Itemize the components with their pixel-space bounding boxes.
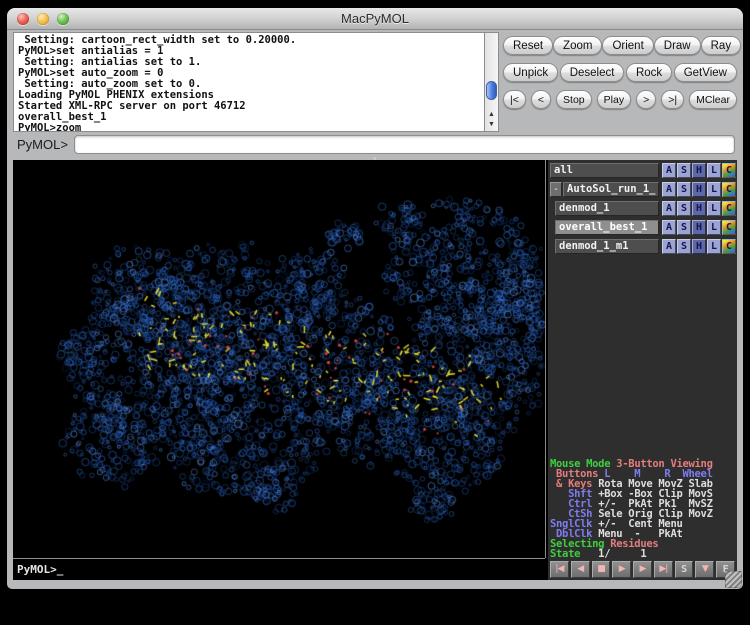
toolbar-button-stop[interactable]: Stop xyxy=(556,90,592,109)
action-l-button[interactable]: L xyxy=(707,239,721,254)
toolbar-button-btn[interactable]: >| xyxy=(661,90,684,109)
object-name-all[interactable]: all xyxy=(550,163,659,178)
toolbar-button-btn[interactable]: |< xyxy=(503,90,526,109)
macpymol-window: MacPyMOL Setting: cartoon_rect_width set… xyxy=(7,8,743,589)
viewport-sidebar-divider[interactable] xyxy=(545,160,546,558)
scrollbar-thumb[interactable] xyxy=(486,81,497,100)
action-buttons: ASHLC xyxy=(661,201,736,216)
action-l-button[interactable]: L xyxy=(707,182,721,197)
toolbar-button-ray[interactable]: Ray xyxy=(701,36,741,55)
toolbar-button-mclear[interactable]: MClear xyxy=(689,90,737,109)
movie-back-button[interactable]: ◀ xyxy=(571,561,590,578)
scrollbar-up-arrow-icon[interactable]: ▲ xyxy=(485,110,498,120)
toolbar-button-orient[interactable]: Orient xyxy=(602,36,653,55)
movie-end-button[interactable]: ▶| xyxy=(654,561,673,578)
object-row: all ASHLC xyxy=(550,162,736,179)
object-row: denmod_1_m1 ASHLC xyxy=(550,238,736,255)
console-scrollbar[interactable]: ▲ ▼ xyxy=(484,32,499,132)
toolbar-button-deselect[interactable]: Deselect xyxy=(560,63,625,82)
action-l-button[interactable]: L xyxy=(707,163,721,178)
object-row: overall_best_1 ASHLC xyxy=(550,219,736,236)
console-line: overall_best_1 xyxy=(18,112,484,123)
console-output[interactable]: Setting: cartoon_rect_width set to 0.200… xyxy=(13,32,484,132)
action-a-button[interactable]: A xyxy=(662,163,676,178)
action-a-button[interactable]: A xyxy=(662,220,676,235)
object-name-denmod-1-m1[interactable]: denmod_1_m1 xyxy=(555,239,659,254)
resize-grip[interactable] xyxy=(725,571,742,588)
action-h-button[interactable]: H xyxy=(692,220,706,235)
control-button-panel: ResetZoomOrientDrawRay UnpickDeselectRoc… xyxy=(503,36,737,117)
object-row: - AutoSol_run_1_ ASHLC xyxy=(550,181,736,198)
action-c-button[interactable]: C xyxy=(722,239,736,254)
action-buttons: ASHLC xyxy=(661,182,736,197)
command-input[interactable] xyxy=(74,135,735,154)
action-h-button[interactable]: H xyxy=(692,239,706,254)
action-buttons: ASHLC xyxy=(661,220,736,235)
action-a-button[interactable]: A xyxy=(662,201,676,216)
toolbar-button-btn[interactable]: > xyxy=(636,90,656,109)
action-a-button[interactable]: A xyxy=(662,182,676,197)
action-buttons: ASHLC xyxy=(661,163,736,178)
expand-toggle[interactable]: - xyxy=(550,182,562,197)
movie-scene-button[interactable]: S xyxy=(675,561,694,578)
object-sidebar: all ASHLC - AutoSol_run_1_ ASHLC denmod_… xyxy=(548,160,737,580)
main-area: PyMOL>_ all ASHLC - AutoSol_run_1_ ASHLC… xyxy=(13,160,737,580)
viewport-prompt-divider xyxy=(13,558,545,559)
action-s-button[interactable]: S xyxy=(677,220,691,235)
window-title: MacPyMOL xyxy=(7,11,743,26)
console-line: PyMOL>zoom xyxy=(18,123,484,132)
action-buttons: ASHLC xyxy=(661,239,736,254)
mouse-panel-line[interactable]: State 1/ 1 xyxy=(550,549,736,559)
density-mesh-canvas[interactable] xyxy=(13,160,545,558)
action-l-button[interactable]: L xyxy=(707,220,721,235)
viewport-prompt: PyMOL>_ xyxy=(17,563,63,576)
action-h-button[interactable]: H xyxy=(692,201,706,216)
toolbar-button-rock[interactable]: Rock xyxy=(626,63,672,82)
object-name-denmod-1[interactable]: denmod_1 xyxy=(555,201,659,216)
action-h-button[interactable]: H xyxy=(692,163,706,178)
movie-stop-button[interactable]: ■ xyxy=(592,561,611,578)
toolbar-button-unpick[interactable]: Unpick xyxy=(503,63,558,82)
mouse-mode-panel: Mouse Mode 3-Button Viewing Buttons L M … xyxy=(550,459,736,559)
movie-control-bar: |◀◀■▶▶▶|S▼F xyxy=(550,561,735,579)
toolbar-button-zoom[interactable]: Zoom xyxy=(553,36,602,55)
object-name-autosol-run-1[interactable]: AutoSol_run_1_ xyxy=(563,182,659,197)
toolbar-button-draw[interactable]: Draw xyxy=(654,36,701,55)
object-row: denmod_1 ASHLC xyxy=(550,200,736,217)
action-c-button[interactable]: C xyxy=(722,201,736,216)
action-s-button[interactable]: S xyxy=(677,163,691,178)
movie-play-button[interactable]: ▶ xyxy=(612,561,631,578)
titlebar[interactable]: MacPyMOL xyxy=(7,8,743,30)
command-prompt-label: PyMOL> xyxy=(17,137,68,152)
command-row: PyMOL> xyxy=(17,134,735,154)
action-a-button[interactable]: A xyxy=(662,239,676,254)
object-name-overall-best-1[interactable]: overall_best_1 xyxy=(555,220,659,235)
action-c-button[interactable]: C xyxy=(722,163,736,178)
toolbar-button-reset[interactable]: Reset xyxy=(503,36,553,55)
action-c-button[interactable]: C xyxy=(722,220,736,235)
object-list: all ASHLC - AutoSol_run_1_ ASHLC denmod_… xyxy=(548,160,737,255)
action-l-button[interactable]: L xyxy=(707,201,721,216)
3d-viewport[interactable]: PyMOL>_ xyxy=(13,160,545,580)
toolbar-button-play[interactable]: Play xyxy=(597,90,631,109)
movie-rewind-button[interactable]: |◀ xyxy=(550,561,569,578)
movie-menu-button[interactable]: ▼ xyxy=(695,561,714,578)
action-s-button[interactable]: S xyxy=(677,182,691,197)
action-s-button[interactable]: S xyxy=(677,239,691,254)
action-h-button[interactable]: H xyxy=(692,182,706,197)
action-s-button[interactable]: S xyxy=(677,201,691,216)
scrollbar-down-arrow-icon[interactable]: ▼ xyxy=(485,120,498,130)
action-c-button[interactable]: C xyxy=(722,182,736,197)
toolbar-button-getview[interactable]: GetView xyxy=(674,63,737,82)
toolbar-button-btn[interactable]: < xyxy=(531,90,551,109)
movie-forward-button[interactable]: ▶ xyxy=(633,561,652,578)
